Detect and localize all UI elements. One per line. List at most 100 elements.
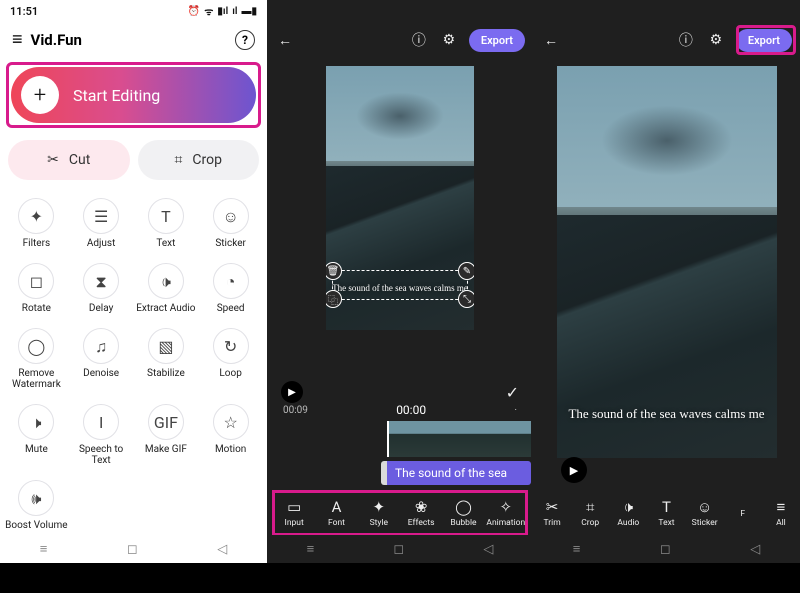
tab-label: Style <box>370 518 388 528</box>
tab-bubble[interactable]: ◯Bubble <box>442 498 484 528</box>
speech-to-text-icon: I <box>83 404 119 440</box>
nav-recent-icon[interactable]: ≡ <box>307 541 315 557</box>
edit-handle-icon[interactable]: ✎ <box>458 262 474 280</box>
tab-trim[interactable]: ✂ Trim <box>533 498 571 528</box>
tool-motion[interactable]: ☆Motion <box>198 398 263 472</box>
tool-text[interactable]: TText <box>134 192 199 255</box>
cut-button[interactable]: ✂ Cut <box>8 140 130 180</box>
tool-grid: ✦Filters☰AdjustTText☺Sticker ◻Rotate⧗Dela… <box>0 188 267 537</box>
video-track[interactable] <box>267 421 533 457</box>
tool-speech-to-text[interactable]: ISpeech to Text <box>69 398 134 472</box>
menu-icon[interactable]: ≡ <box>12 31 23 49</box>
tool-delay[interactable]: ⧗Delay <box>69 257 134 320</box>
tab-audio[interactable]: 🕩Audio <box>609 498 647 528</box>
video-preview[interactable]: The sound of the sea waves calms me 🗑 ✎ … <box>326 66 474 330</box>
nav-home-icon[interactable]: ◻ <box>660 542 671 557</box>
confirm-icon[interactable]: ✓ <box>506 383 519 402</box>
crop-label: Crop <box>192 152 222 168</box>
crop-button[interactable]: ⌗ Crop <box>138 140 260 180</box>
export-button[interactable]: Export <box>736 29 792 52</box>
help-icon[interactable]: ? <box>235 30 255 50</box>
tool-make-gif[interactable]: GIFMake GIF <box>134 398 199 472</box>
status-bar <box>267 0 533 22</box>
system-nav: ≡ ◻ ◁ <box>267 535 533 563</box>
tab-font[interactable]: AFont <box>315 498 357 528</box>
tab-label: Text <box>658 518 674 528</box>
delete-handle-icon[interactable]: 🗑 <box>326 262 342 280</box>
app-header: ≡ Vid.Fun ? <box>0 22 267 58</box>
nav-home-icon[interactable]: ◻ <box>393 542 404 557</box>
help-icon[interactable]: ⓘ <box>409 30 429 50</box>
tab-label: Bubble <box>450 518 476 528</box>
timeline: ▶ ✓ 00:09 00:00 · The sound of the sea <box>267 375 533 495</box>
tool-label: Speed <box>217 303 245 314</box>
resize-handle-icon[interactable]: ⤡ <box>458 290 474 308</box>
boost-volume-icon: 🕪 <box>18 480 54 516</box>
animation-icon: ✧ <box>500 498 513 516</box>
tool-mute[interactable]: 🕨Mute <box>4 398 69 472</box>
tool-rotate[interactable]: ◻Rotate <box>4 257 69 320</box>
nav-back-icon[interactable]: ◁ <box>750 542 760 557</box>
help-icon[interactable]: ⓘ <box>676 30 696 50</box>
play-icon[interactable]: ▶ <box>561 457 587 483</box>
back-icon[interactable]: ← <box>541 30 561 50</box>
tab-effects[interactable]: ❀Effects <box>400 498 442 528</box>
cut-crop-row: ✂ Cut ⌗ Crop <box>0 132 267 188</box>
highlight-start-editing: + Start Editing <box>6 62 261 128</box>
nav-back-icon[interactable]: ◁ <box>217 542 227 557</box>
signal-icon: ▮ıl <box>217 6 228 17</box>
tool-sticker[interactable]: ☺Sticker <box>198 192 263 255</box>
tab-all[interactable]: ≡All <box>762 498 800 528</box>
video-preview[interactable]: The sound of the sea waves calms me <box>557 66 777 458</box>
cut-label: Cut <box>69 152 90 168</box>
tab-crop[interactable]: ⌗Crop <box>571 498 609 528</box>
input-icon: ▭ <box>287 498 301 516</box>
gear-icon[interactable]: ⚙ <box>706 30 726 50</box>
tool-label: Adjust <box>87 238 116 249</box>
tab-input[interactable]: ▭Input <box>273 498 315 528</box>
tab-label: Trim <box>543 518 560 528</box>
nav-recent-icon[interactable]: ≡ <box>573 541 581 557</box>
gear-icon[interactable]: ⚙ <box>439 30 459 50</box>
back-icon[interactable]: ← <box>275 30 295 50</box>
tool-stabilize[interactable]: ▧Stabilize <box>134 322 199 396</box>
tab-sticker[interactable]: ☺Sticker <box>686 498 724 528</box>
play-icon[interactable]: ▶ <box>281 381 303 403</box>
tab-text[interactable]: TText <box>647 498 685 528</box>
tool-remove-watermark[interactable]: ◯Remove Watermark <box>4 322 69 396</box>
tab-label: F <box>740 509 745 519</box>
tool-denoise[interactable]: ♫Denoise <box>69 322 134 396</box>
text-overlay-box[interactable]: The sound of the sea waves calms me 🗑 ✎ … <box>332 270 468 300</box>
nav-back-icon[interactable]: ◁ <box>483 542 493 557</box>
nav-recent-icon[interactable]: ≡ <box>40 541 48 557</box>
time-playhead: 00:00 <box>396 403 426 417</box>
tab-animation[interactable]: ✧Animation <box>485 498 527 528</box>
font-icon: A <box>332 498 342 516</box>
tool-filters[interactable]: ✦Filters <box>4 192 69 255</box>
tool-label: Rotate <box>22 303 51 314</box>
tab-label: All <box>776 518 786 528</box>
crop-icon: ⌗ <box>175 152 183 168</box>
status-icons: ⏰ ᯤ ▮ıl ıl ▬▮ <box>188 4 257 18</box>
delay-icon: ⧗ <box>83 263 119 299</box>
start-editing-button[interactable]: + Start Editing <box>11 67 256 123</box>
text-clip[interactable]: The sound of the sea <box>381 461 531 485</box>
text-track[interactable]: The sound of the sea <box>267 461 533 485</box>
tool-label: Filters <box>23 238 51 249</box>
crop-icon: ⌗ <box>586 498 594 516</box>
tool-adjust[interactable]: ☰Adjust <box>69 192 134 255</box>
editor-panel-text: ← ⓘ ⚙ Export The sound of the sea waves … <box>267 0 533 563</box>
editor-header: ← ⓘ ⚙ Export <box>267 22 533 58</box>
nav-home-icon[interactable]: ◻ <box>127 542 138 557</box>
tool-extract-audio[interactable]: 🕩Extract Audio <box>134 257 199 320</box>
tool-boost-volume[interactable]: 🕪Boost Volume <box>4 474 69 537</box>
sticker-icon: ☺ <box>213 198 249 234</box>
tab-f[interactable]: F <box>724 507 762 519</box>
export-button[interactable]: Export <box>469 29 525 52</box>
playhead[interactable] <box>387 421 389 457</box>
tool-label: Mute <box>25 444 48 455</box>
tool-loop[interactable]: ↻Loop <box>198 322 263 396</box>
tab-style[interactable]: ✦Style <box>358 498 400 528</box>
tool-speed[interactable]: ◔Speed <box>198 257 263 320</box>
trim-icon: ✂ <box>546 498 559 516</box>
